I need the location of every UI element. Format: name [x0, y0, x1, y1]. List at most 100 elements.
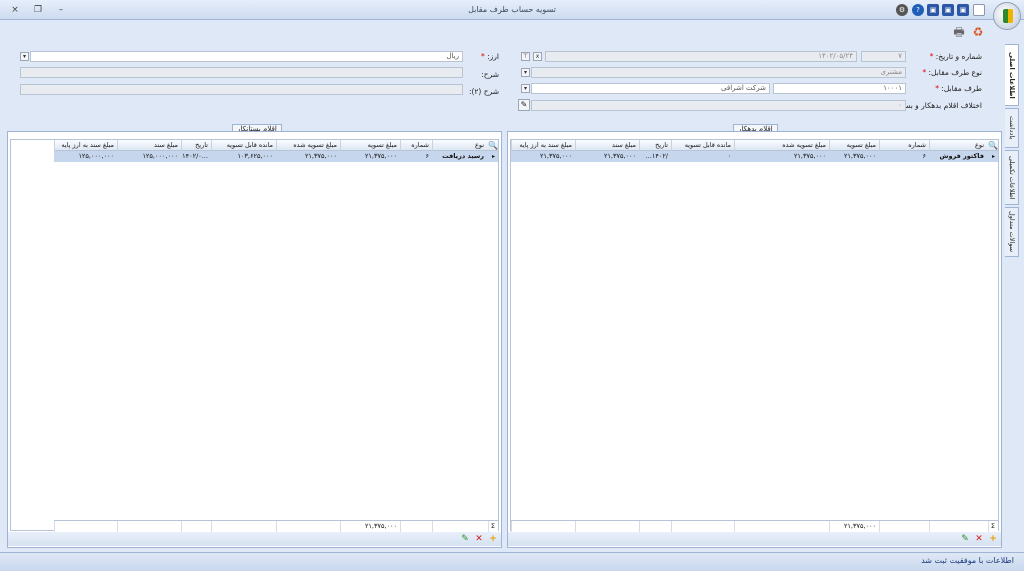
credit-cell-base-amount: ۱۲۵,۰۰۰,۰۰۰ — [78, 152, 114, 160]
party-code-field[interactable]: ۱۰۰۰۱ — [773, 83, 906, 94]
party-name-field[interactable]: شرکت اشراقی — [531, 83, 770, 94]
debit-col-date[interactable]: تاریخ — [639, 140, 671, 151]
debit-cell-number: ۶ — [922, 152, 927, 160]
debit-col-doc-amount[interactable]: مبلغ سند — [575, 140, 639, 151]
debit-cell-settle-amount: ۲۱,۳۷۵,۰۰۰ — [843, 152, 876, 160]
credit-footer-cell — [432, 521, 487, 532]
row-pointer-icon: ▸ — [491, 153, 495, 160]
edit-credit-icon[interactable]: ✎ — [460, 534, 470, 544]
clear-date-button[interactable]: x — [533, 52, 542, 61]
search-icon[interactable]: 🔍 — [988, 140, 998, 151]
new-document-icon[interactable] — [973, 4, 985, 16]
credit-col-date[interactable]: تاریخ — [181, 140, 211, 151]
tab-faq[interactable]: سوالات متداول — [1005, 207, 1019, 257]
credit-cell-number: ۶ — [425, 152, 430, 160]
credit-cell-remaining: ۱۰۳,۶۲۵,۰۰۰ — [237, 152, 273, 160]
filter-date-button[interactable]: ⊤ — [521, 52, 530, 61]
credit-footer-cell — [54, 521, 117, 532]
description-field[interactable] — [20, 67, 463, 78]
save-icon[interactable]: ▣ — [927, 4, 939, 16]
row-pointer-icon: ▸ — [991, 153, 995, 160]
debit-footer-cell — [879, 521, 929, 532]
tab-notes[interactable]: یادداشت — [1005, 108, 1019, 148]
credit-footer-cell — [400, 521, 432, 532]
debit-footer-cell — [511, 521, 575, 532]
add-debit-button[interactable]: + — [988, 534, 998, 544]
minimize-button[interactable]: – — [54, 4, 68, 16]
credit-footer-cell — [181, 521, 211, 532]
party-dropdown[interactable]: ▾ — [521, 84, 530, 93]
credit-col-type[interactable]: نوع — [432, 140, 487, 151]
credit-col-base-amount[interactable]: مبلغ سند به ارز پایه — [54, 140, 117, 151]
credit-footer-sum: ۲۱,۳۷۵,۰۰۰ — [340, 521, 400, 532]
credit-col-remaining[interactable]: مانده قابل تسویه — [211, 140, 276, 151]
debit-footer-cell — [734, 521, 829, 532]
credit-grid-header: 🔍 نوع شماره مبلغ تسویه مبلغ تسویه شده ما… — [54, 140, 498, 151]
credit-cell-type: رسید دریافت — [442, 152, 484, 160]
app-logo-icon — [993, 2, 1021, 30]
party-type-field[interactable]: مشتری — [531, 67, 906, 78]
credit-footer-cell — [117, 521, 181, 532]
description-label: شرح: — [481, 70, 499, 79]
credit-col-settle-amount[interactable]: مبلغ تسویه — [340, 140, 400, 151]
debit-cell-date: ...۱۴۰۲/ — [645, 152, 668, 160]
currency-dropdown[interactable]: ▾ — [20, 52, 29, 61]
debit-col-settle-amount[interactable]: مبلغ تسویه — [829, 140, 879, 151]
debit-col-settled[interactable]: مبلغ تسویه شده — [734, 140, 829, 151]
save-as-icon[interactable]: ▣ — [942, 4, 954, 16]
credit-cell-doc-amount: ۱۲۵,۰۰۰,۰۰۰ — [142, 152, 178, 160]
number-field[interactable]: ۷ — [861, 51, 906, 62]
save-close-icon[interactable]: ▣ — [957, 4, 969, 16]
table-row[interactable]: ▸ رسید دریافت ۶ ۲۱,۳۷۵,۰۰۰ ۲۱,۳۷۵,۰۰۰ ۱۰… — [54, 151, 498, 162]
debit-col-remaining[interactable]: مانده قابل تسویه — [671, 140, 734, 151]
status-bar: اطلاعات با موفقیت ثبت شد — [0, 552, 1024, 571]
debit-action-bar: + ✕ ✎ — [508, 532, 1001, 546]
debit-grid: 🔍 نوع شماره مبلغ تسویه مبلغ تسویه شده ما… — [510, 139, 999, 532]
debit-footer-sum: ۲۱,۳۷۵,۰۰۰ — [829, 521, 879, 532]
description2-label: شرح (۲): — [468, 87, 499, 96]
help-icon[interactable]: ? — [912, 4, 924, 16]
sigma-icon: Σ — [488, 521, 498, 532]
delete-credit-button[interactable]: ✕ — [474, 534, 484, 544]
delete-debit-button[interactable]: ✕ — [974, 534, 984, 544]
debit-col-number[interactable]: شماره — [879, 140, 929, 151]
table-row[interactable]: ▸ فاکتور فروش ۶ ۲۱,۳۷۵,۰۰۰ ۲۱,۳۷۵,۰۰۰ ۰ … — [511, 151, 998, 162]
restore-button[interactable]: ❐ — [31, 4, 45, 16]
debit-footer-cell — [929, 521, 987, 532]
tab-extra-info[interactable]: اطلاعات تکمیلی — [1005, 150, 1019, 205]
date-field[interactable]: ۱۴۰۲/۰۵/۲۴ — [545, 51, 857, 62]
credit-col-doc-amount[interactable]: مبلغ سند — [117, 140, 181, 151]
debit-grid-header: 🔍 نوع شماره مبلغ تسویه مبلغ تسویه شده ما… — [511, 140, 998, 151]
credit-col-settled[interactable]: مبلغ تسویه شده — [276, 140, 340, 151]
refresh-icon[interactable]: ♻ — [970, 24, 986, 40]
party-label: طرف مقابل: * — [935, 84, 982, 93]
edit-diff-icon[interactable]: ✎ — [518, 99, 530, 111]
debit-col-type[interactable]: نوع — [929, 140, 987, 151]
credit-footer-cell — [276, 521, 340, 532]
search-icon[interactable]: 🔍 — [488, 140, 498, 151]
debit-panel: 🔍 نوع شماره مبلغ تسویه مبلغ تسویه شده ما… — [507, 131, 1002, 548]
credit-action-bar: + ✕ ✎ — [8, 532, 501, 546]
close-button[interactable]: × — [8, 4, 22, 16]
sigma-icon: Σ — [988, 521, 998, 532]
edit-debit-icon[interactable]: ✎ — [960, 534, 970, 544]
print-icon[interactable]: 🖶 — [951, 24, 967, 40]
status-message: اطلاعات با موفقیت ثبت شد — [921, 556, 1014, 565]
debit-footer-cell — [575, 521, 639, 532]
debit-cell-base-amount: ۲۱,۳۷۵,۰۰۰ — [539, 152, 572, 160]
currency-label: ارز: * — [481, 52, 499, 61]
debit-cell-remaining: ۰ — [727, 152, 732, 160]
description2-field[interactable] — [20, 84, 463, 95]
credit-cell-settle-amount: ۲۱,۳۷۵,۰۰۰ — [364, 152, 397, 160]
credit-col-number[interactable]: شماره — [400, 140, 432, 151]
add-credit-button[interactable]: + — [488, 534, 498, 544]
currency-field[interactable]: ریال — [30, 51, 463, 62]
credit-panel: 🔍 نوع شماره مبلغ تسویه مبلغ تسویه شده ما… — [7, 131, 502, 548]
party-type-dropdown[interactable]: ▾ — [521, 68, 530, 77]
debit-cell-settled: ۲۱,۳۷۵,۰۰۰ — [793, 152, 826, 160]
window-title: تسویه حساب طرف مقابل — [468, 5, 556, 14]
credit-grid: 🔍 نوع شماره مبلغ تسویه مبلغ تسویه شده ما… — [10, 139, 499, 532]
tab-main-info[interactable]: اطلاعات اصلی — [1005, 44, 1019, 106]
debit-col-base-amount[interactable]: مبلغ سند به ارز پایه — [511, 140, 575, 151]
settings-icon[interactable]: ⚙ — [896, 4, 908, 16]
